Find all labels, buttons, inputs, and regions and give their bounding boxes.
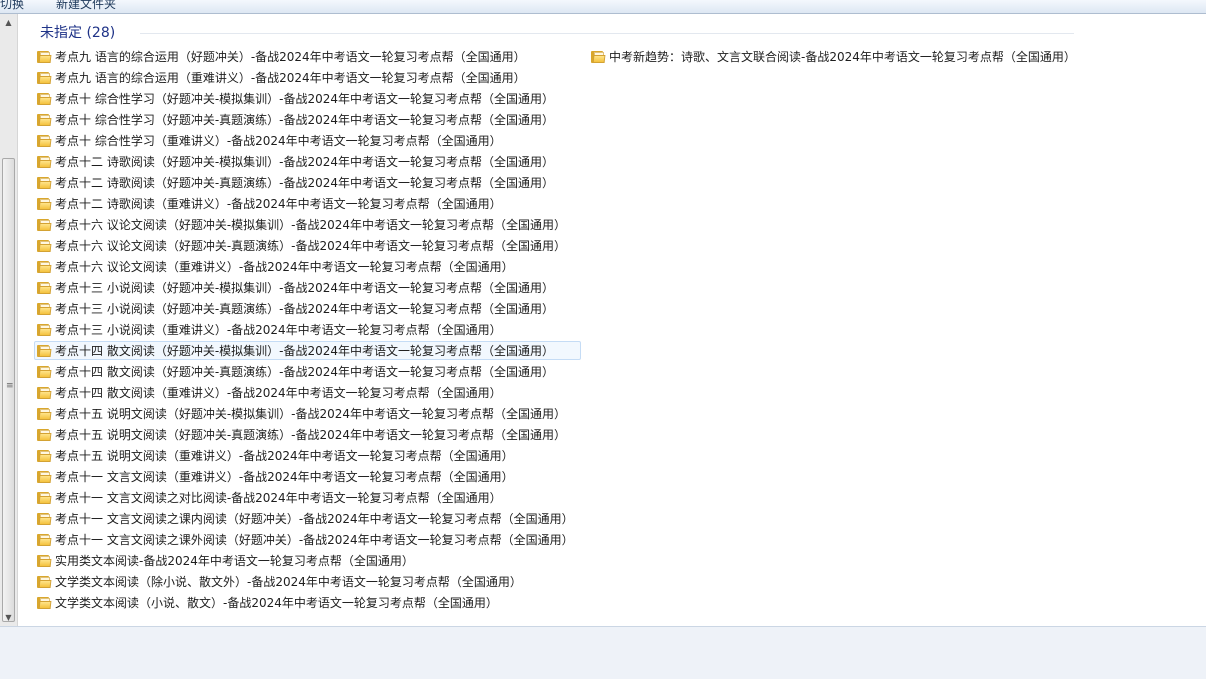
- folder-icon: [37, 408, 52, 420]
- folder-icon: [37, 219, 52, 231]
- folder-icon: [37, 534, 52, 546]
- folder-icon: [37, 282, 52, 294]
- folder-item[interactable]: 考点十一 文言文阅读（重难讲义）-备战2024年中考语文一轮复习考点帮（全国通用…: [34, 467, 581, 486]
- folder-icon: [37, 114, 52, 126]
- folder-icon: [37, 450, 52, 462]
- folder-name: 实用类文本阅读-备战2024年中考语文一轮复习考点帮（全国通用）: [55, 554, 414, 568]
- toolbar-left-button[interactable]: 切换: [0, 0, 24, 12]
- folder-name: 考点十 综合性学习（好题冲关-真题演练）-备战2024年中考语文一轮复习考点帮（…: [55, 113, 555, 127]
- folder-item[interactable]: 考点十六 议论文阅读（重难讲义）-备战2024年中考语文一轮复习考点帮（全国通用…: [34, 257, 581, 276]
- folder-name: 考点十三 小说阅读（好题冲关-真题演练）-备战2024年中考语文一轮复习考点帮（…: [55, 302, 555, 316]
- new-folder-button[interactable]: 新建文件夹: [56, 0, 116, 12]
- folder-name: 考点十五 说明文阅读（好题冲关-真题演练）-备战2024年中考语文一轮复习考点帮…: [55, 428, 567, 442]
- folder-item[interactable]: 考点十五 说明文阅读（好题冲关-真题演练）-备战2024年中考语文一轮复习考点帮…: [34, 425, 581, 444]
- group-divider: [140, 33, 1074, 34]
- folder-name: 考点十一 文言文阅读之对比阅读-备战2024年中考语文一轮复习考点帮（全国通用）: [55, 491, 502, 505]
- folder-name: 考点十二 诗歌阅读（好题冲关-真题演练）-备战2024年中考语文一轮复习考点帮（…: [55, 176, 555, 190]
- folder-name: 中考新趋势：诗歌、文言文联合阅读-备战2024年中考语文一轮复习考点帮（全国通用…: [609, 50, 1076, 64]
- group-header[interactable]: 未指定 (28): [40, 23, 115, 43]
- folder-name: 考点十 综合性学习（好题冲关-模拟集训）-备战2024年中考语文一轮复习考点帮（…: [55, 92, 555, 106]
- folder-item[interactable]: 考点十五 说明文阅读（好题冲关-模拟集训）-备战2024年中考语文一轮复习考点帮…: [34, 404, 581, 423]
- folder-item[interactable]: 考点十六 议论文阅读（好题冲关-模拟集训）-备战2024年中考语文一轮复习考点帮…: [34, 215, 581, 234]
- explorer-toolbar: 切换 新建文件夹: [0, 0, 1206, 14]
- vertical-scrollbar[interactable]: ▲ ≡ ▼: [0, 14, 18, 626]
- folder-item[interactable]: 文学类文本阅读（小说、散文）-备战2024年中考语文一轮复习考点帮（全国通用）: [34, 593, 581, 612]
- folder-item[interactable]: 考点十四 散文阅读（重难讲义）-备战2024年中考语文一轮复习考点帮（全国通用）: [34, 383, 581, 402]
- scroll-down-arrow-icon[interactable]: ▼: [0, 609, 17, 626]
- folder-icon: [37, 492, 52, 504]
- folder-name: 考点十一 文言文阅读（重难讲义）-备战2024年中考语文一轮复习考点帮（全国通用…: [55, 470, 514, 484]
- folder-item[interactable]: 文学类文本阅读（除小说、散文外）-备战2024年中考语文一轮复习考点帮（全国通用…: [34, 572, 581, 591]
- folder-item[interactable]: 考点十六 议论文阅读（好题冲关-真题演练）-备战2024年中考语文一轮复习考点帮…: [34, 236, 581, 255]
- folder-item[interactable]: 考点十一 文言文阅读之对比阅读-备战2024年中考语文一轮复习考点帮（全国通用）: [34, 488, 581, 507]
- folder-name: 考点十四 散文阅读（好题冲关-真题演练）-备战2024年中考语文一轮复习考点帮（…: [55, 365, 555, 379]
- scrollbar-thumb[interactable]: ≡: [2, 158, 15, 622]
- folder-icon: [37, 198, 52, 210]
- folder-icon: [37, 51, 52, 63]
- folder-icon: [37, 345, 52, 357]
- folder-icon: [37, 261, 52, 273]
- folder-icon: [37, 513, 52, 525]
- folder-name: 考点十四 散文阅读（好题冲关-模拟集训）-备战2024年中考语文一轮复习考点帮（…: [55, 344, 555, 358]
- folder-item[interactable]: 考点十一 文言文阅读之课外阅读（好题冲关）-备战2024年中考语文一轮复习考点帮…: [34, 530, 581, 549]
- folder-item[interactable]: 考点十三 小说阅读（好题冲关-模拟集训）-备战2024年中考语文一轮复习考点帮（…: [34, 278, 581, 297]
- folder-item[interactable]: 考点十四 散文阅读（好题冲关-真题演练）-备战2024年中考语文一轮复习考点帮（…: [34, 362, 581, 381]
- folder-icon: [37, 177, 52, 189]
- folder-name: 考点十五 说明文阅读（好题冲关-模拟集训）-备战2024年中考语文一轮复习考点帮…: [55, 407, 567, 421]
- folder-name: 文学类文本阅读（小说、散文）-备战2024年中考语文一轮复习考点帮（全国通用）: [55, 596, 498, 610]
- folder-name: 考点十六 议论文阅读（好题冲关-模拟集训）-备战2024年中考语文一轮复习考点帮…: [55, 218, 567, 232]
- folder-item[interactable]: 考点十一 文言文阅读之课内阅读（好题冲关）-备战2024年中考语文一轮复习考点帮…: [34, 509, 581, 528]
- folder-icon: [37, 429, 52, 441]
- folder-icon: [37, 303, 52, 315]
- folder-name: 考点十三 小说阅读（重难讲义）-备战2024年中考语文一轮复习考点帮（全国通用）: [55, 323, 502, 337]
- folder-item[interactable]: 中考新趋势：诗歌、文言文联合阅读-备战2024年中考语文一轮复习考点帮（全国通用…: [588, 47, 1083, 66]
- grip-icon: ≡: [6, 381, 14, 391]
- folder-item[interactable]: 考点十二 诗歌阅读（好题冲关-真题演练）-备战2024年中考语文一轮复习考点帮（…: [34, 173, 581, 192]
- folder-item[interactable]: 考点十四 散文阅读（好题冲关-模拟集训）-备战2024年中考语文一轮复习考点帮（…: [34, 341, 581, 360]
- folder-icon: [37, 156, 52, 168]
- folder-name: 考点十一 文言文阅读之课外阅读（好题冲关）-备战2024年中考语文一轮复习考点帮…: [55, 533, 574, 547]
- scroll-up-arrow-icon[interactable]: ▲: [0, 14, 17, 31]
- folder-name: 考点十 综合性学习（重难讲义）-备战2024年中考语文一轮复习考点帮（全国通用）: [55, 134, 502, 148]
- folder-icon: [37, 324, 52, 336]
- folder-icon: [37, 135, 52, 147]
- folder-icon: [591, 51, 606, 63]
- folder-icon: [37, 366, 52, 378]
- folder-name: 考点十三 小说阅读（好题冲关-模拟集训）-备战2024年中考语文一轮复习考点帮（…: [55, 281, 555, 295]
- folder-name: 考点十四 散文阅读（重难讲义）-备战2024年中考语文一轮复习考点帮（全国通用）: [55, 386, 502, 400]
- folder-item[interactable]: 考点十 综合性学习（好题冲关-真题演练）-备战2024年中考语文一轮复习考点帮（…: [34, 110, 581, 129]
- folder-item[interactable]: 考点十二 诗歌阅读（好题冲关-模拟集训）-备战2024年中考语文一轮复习考点帮（…: [34, 152, 581, 171]
- folder-name: 考点十五 说明文阅读（重难讲义）-备战2024年中考语文一轮复习考点帮（全国通用…: [55, 449, 514, 463]
- folder-item[interactable]: 考点十三 小说阅读（好题冲关-真题演练）-备战2024年中考语文一轮复习考点帮（…: [34, 299, 581, 318]
- folder-icon: [37, 555, 52, 567]
- folder-item[interactable]: 考点九 语言的综合运用（重难讲义）-备战2024年中考语文一轮复习考点帮（全国通…: [34, 68, 581, 87]
- folder-item[interactable]: 考点十二 诗歌阅读（重难讲义）-备战2024年中考语文一轮复习考点帮（全国通用）: [34, 194, 581, 213]
- folder-icon: [37, 471, 52, 483]
- file-list-pane: 未指定 (28) 考点九 语言的综合运用（好题冲关）-备战2024年中考语文一轮…: [18, 14, 1206, 626]
- folder-name: 文学类文本阅读（除小说、散文外）-备战2024年中考语文一轮复习考点帮（全国通用…: [55, 575, 522, 589]
- folder-icon: [37, 93, 52, 105]
- folder-name: 考点九 语言的综合运用（好题冲关）-备战2024年中考语文一轮复习考点帮（全国通…: [55, 50, 526, 64]
- folder-item[interactable]: 考点十五 说明文阅读（重难讲义）-备战2024年中考语文一轮复习考点帮（全国通用…: [34, 446, 581, 465]
- folder-icon: [37, 240, 52, 252]
- folder-name: 考点十六 议论文阅读（好题冲关-真题演练）-备战2024年中考语文一轮复习考点帮…: [55, 239, 567, 253]
- folder-name: 考点十二 诗歌阅读（重难讲义）-备战2024年中考语文一轮复习考点帮（全国通用）: [55, 197, 502, 211]
- folder-icon: [37, 597, 52, 609]
- file-column-2: 中考新趋势：诗歌、文言文联合阅读-备战2024年中考语文一轮复习考点帮（全国通用…: [588, 47, 1083, 68]
- folder-item[interactable]: 考点十三 小说阅读（重难讲义）-备战2024年中考语文一轮复习考点帮（全国通用）: [34, 320, 581, 339]
- folder-name: 考点十六 议论文阅读（重难讲义）-备战2024年中考语文一轮复习考点帮（全国通用…: [55, 260, 514, 274]
- folder-name: 考点十二 诗歌阅读（好题冲关-模拟集训）-备战2024年中考语文一轮复习考点帮（…: [55, 155, 555, 169]
- file-column-1: 考点九 语言的综合运用（好题冲关）-备战2024年中考语文一轮复习考点帮（全国通…: [34, 47, 581, 614]
- folder-item[interactable]: 考点十 综合性学习（重难讲义）-备战2024年中考语文一轮复习考点帮（全国通用）: [34, 131, 581, 150]
- folder-icon: [37, 576, 52, 588]
- folder-item[interactable]: 考点十 综合性学习（好题冲关-模拟集训）-备战2024年中考语文一轮复习考点帮（…: [34, 89, 581, 108]
- folder-item[interactable]: 考点九 语言的综合运用（好题冲关）-备战2024年中考语文一轮复习考点帮（全国通…: [34, 47, 581, 66]
- details-pane: [0, 626, 1206, 679]
- folder-icon: [37, 387, 52, 399]
- folder-name: 考点九 语言的综合运用（重难讲义）-备战2024年中考语文一轮复习考点帮（全国通…: [55, 71, 526, 85]
- folder-item[interactable]: 实用类文本阅读-备战2024年中考语文一轮复习考点帮（全国通用）: [34, 551, 581, 570]
- folder-name: 考点十一 文言文阅读之课内阅读（好题冲关）-备战2024年中考语文一轮复习考点帮…: [55, 512, 574, 526]
- folder-icon: [37, 72, 52, 84]
